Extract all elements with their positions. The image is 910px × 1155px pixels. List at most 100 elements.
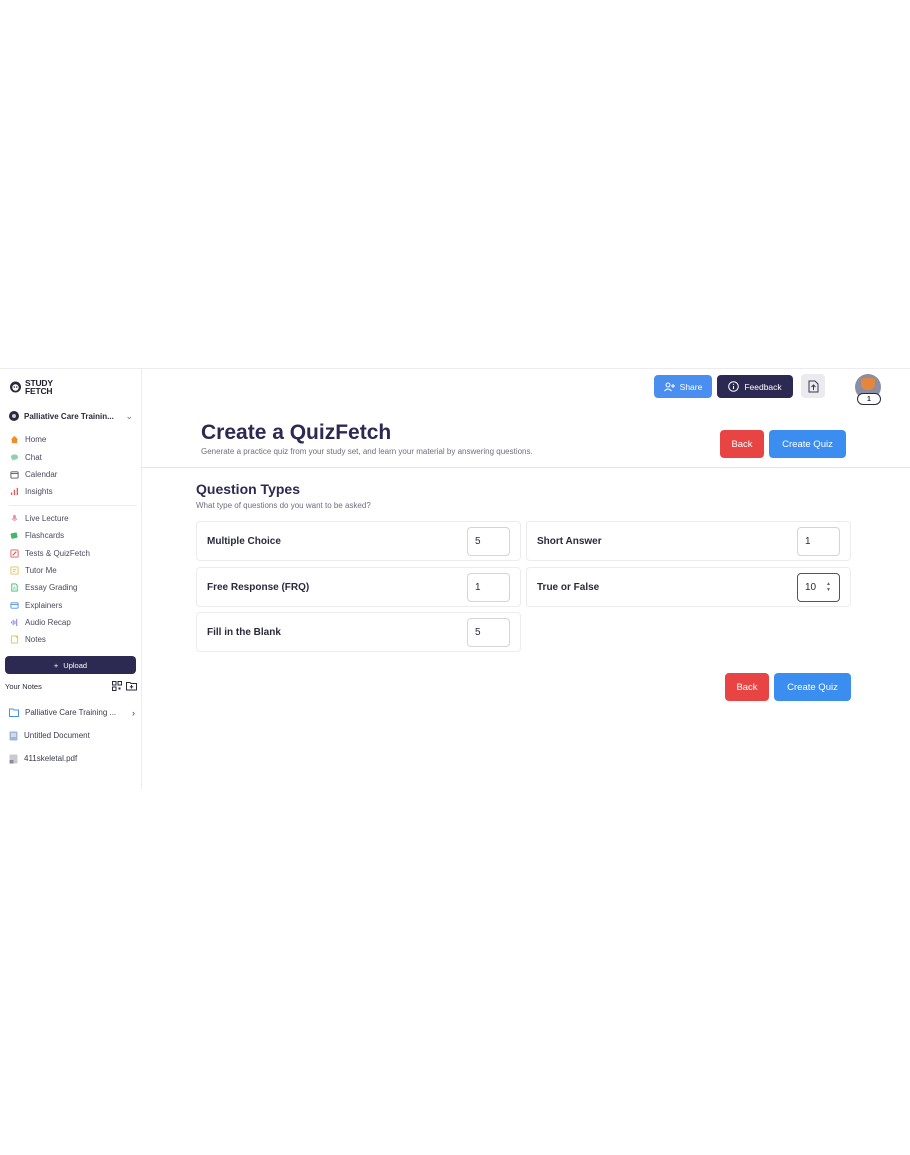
sidebar-item-insights[interactable]: Insights [9, 483, 137, 500]
sidebar-item-label: Flashcards [25, 531, 65, 541]
your-notes-header: Your Notes [5, 681, 137, 691]
app-window: STUDY FETCH Palliative Care Trainin... ⌄… [0, 368, 910, 789]
sidebar-item-label: Insights [25, 487, 53, 497]
question-types-subtitle: What type of questions do you want to be… [196, 501, 371, 510]
question-type-label: True or False [537, 582, 600, 593]
sidebar-nav: Home Chat Calendar Insights Live Lecture [9, 431, 137, 649]
upload-label: Upload [63, 660, 88, 670]
sidebar: STUDY FETCH Palliative Care Trainin... ⌄… [0, 369, 142, 789]
note-title: 411skeletal.pdf [24, 754, 78, 763]
sidebar-item-label: Live Lecture [25, 513, 69, 523]
sidebar-item-explainers[interactable]: Explainers [9, 597, 137, 614]
sidebar-item-flashcards[interactable]: Flashcards [9, 527, 137, 544]
question-type-multiple-choice: Multiple Choice 5 [196, 521, 521, 561]
note-title: Untitled Document [24, 731, 90, 740]
pencil-icon [9, 548, 19, 558]
document-icon [9, 731, 18, 740]
sidebar-item-notes[interactable]: Notes [9, 631, 137, 648]
footer-create-quiz-button[interactable]: Create Quiz [774, 673, 851, 701]
sidebar-item-label: Tests & QuizFetch [25, 548, 90, 558]
pdf-icon [9, 754, 18, 763]
question-type-free-response: Free Response (FRQ) 1 [196, 567, 521, 607]
study-set-name: Palliative Care Trainin... [24, 411, 114, 421]
list-item[interactable]: Untitled Document [9, 724, 135, 747]
tutor-icon [9, 565, 19, 575]
sidebar-item-label: Home [25, 435, 47, 445]
essay-icon: A [9, 583, 19, 593]
free-response-count-input[interactable]: 1 [467, 573, 510, 602]
page-subtitle: Generate a practice quiz from your study… [201, 447, 533, 456]
export-button[interactable] [801, 374, 825, 398]
back-button[interactable]: Back [720, 430, 764, 458]
sidebar-item-audio-recap[interactable]: Audio Recap [9, 614, 137, 631]
sidebar-item-tests-quizfetch[interactable]: Tests & QuizFetch [9, 544, 137, 561]
sidebar-item-live-lecture[interactable]: Live Lecture [9, 510, 137, 527]
sidebar-item-calendar[interactable]: Calendar [9, 466, 137, 483]
sidebar-divider [9, 504, 137, 506]
sidebar-item-label: Explainers [25, 600, 63, 610]
your-notes-label: Your Notes [5, 681, 42, 691]
header-divider [142, 467, 910, 468]
share-button[interactable]: Share [654, 375, 712, 398]
sidebar-item-tutor-me[interactable]: Tutor Me [9, 562, 137, 579]
list-item[interactable]: 411skeletal.pdf [9, 747, 135, 770]
create-quiz-button[interactable]: Create Quiz [769, 430, 846, 458]
studyfetch-logo[interactable]: STUDY FETCH [9, 379, 53, 395]
question-type-label: Free Response (FRQ) [207, 582, 310, 593]
page-title: Create a QuizFetch [201, 421, 392, 444]
fill-blank-count-input[interactable]: 5 [467, 618, 510, 647]
dog-logo-icon [10, 381, 21, 392]
explainers-icon [9, 600, 19, 610]
true-false-count-value: 10 [805, 582, 817, 593]
sidebar-item-label: Tutor Me [25, 565, 57, 575]
number-stepper-icon[interactable]: ▲ ▼ [826, 581, 831, 593]
plus-icon: + [53, 660, 59, 670]
question-type-true-false: True or False 10 ▲ ▼ [526, 567, 851, 607]
sidebar-item-label: Chat [25, 452, 42, 462]
logo-line-2: FETCH [25, 386, 53, 396]
question-type-label: Short Answer [537, 536, 602, 547]
share-label: Share [679, 381, 703, 392]
sidebar-item-chat[interactable]: Chat [9, 448, 137, 465]
sidebar-item-home[interactable]: Home [9, 431, 137, 448]
footer-back-button[interactable]: Back [725, 673, 769, 701]
home-icon [9, 435, 19, 445]
sidebar-item-label: Calendar [25, 469, 58, 479]
svg-text:A: A [12, 586, 15, 591]
new-folder-icon[interactable] [126, 681, 137, 691]
streak-badge: 1 [857, 393, 881, 405]
feedback-label: Feedback [744, 381, 782, 392]
mic-icon [9, 513, 19, 523]
info-icon [728, 381, 740, 392]
feedback-button[interactable]: Feedback [717, 375, 793, 398]
add-user-icon [663, 382, 675, 391]
flashcards-icon [9, 531, 19, 541]
multiple-choice-count-input[interactable]: 5 [467, 527, 510, 556]
question-type-fill-blank: Fill in the Blank 5 [196, 612, 521, 652]
question-types-title: Question Types [196, 481, 300, 497]
short-answer-count-input[interactable]: 1 [797, 527, 840, 556]
study-set-selector[interactable]: Palliative Care Trainin... ⌄ [9, 409, 133, 423]
file-upload-icon [808, 380, 818, 392]
sidebar-item-label: Audio Recap [25, 618, 71, 628]
list-item[interactable]: Palliative Care Training ... › [9, 701, 135, 724]
folder-icon [9, 708, 19, 717]
note-title: Palliative Care Training ... [25, 708, 117, 717]
qr-code-icon[interactable] [112, 681, 122, 691]
chat-icon [9, 452, 19, 462]
true-false-count-input[interactable]: 10 ▲ ▼ [797, 573, 840, 602]
notes-icon [9, 635, 19, 645]
question-type-label: Multiple Choice [207, 536, 281, 547]
question-type-short-answer: Short Answer 1 [526, 521, 851, 561]
sidebar-item-essay-grading[interactable]: A Essay Grading [9, 579, 137, 596]
calendar-icon [9, 469, 19, 479]
audio-icon [9, 618, 19, 628]
insights-icon [9, 487, 19, 497]
study-set-icon [9, 411, 19, 421]
upload-button[interactable]: + Upload [5, 656, 136, 674]
chevron-right-icon[interactable]: › [132, 708, 135, 718]
notes-list: Palliative Care Training ... › Untitled … [9, 701, 135, 770]
sidebar-item-label: Notes [25, 635, 46, 645]
chevron-down-icon: ⌄ [125, 410, 133, 421]
question-type-label: Fill in the Blank [207, 627, 281, 638]
